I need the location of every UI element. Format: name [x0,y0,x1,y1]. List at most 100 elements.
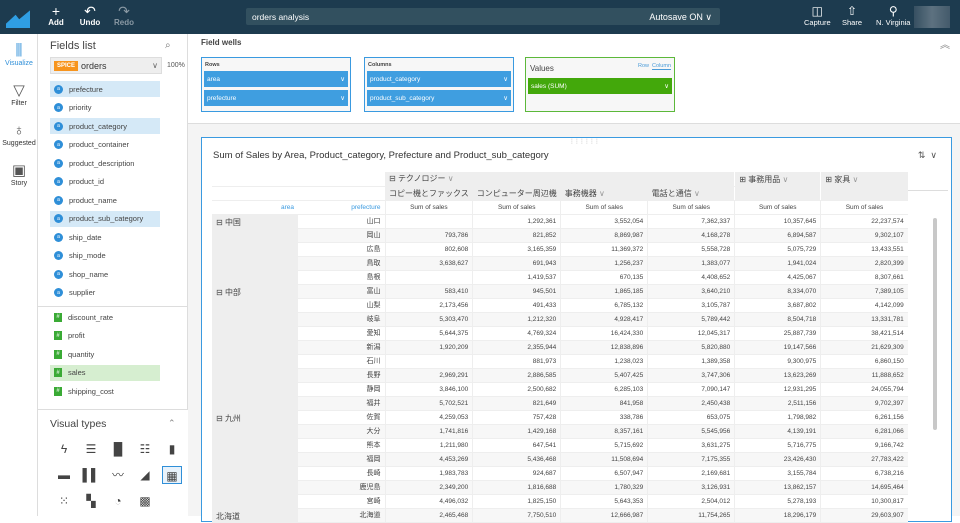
field-item-product_id[interactable]: a product_id [50,174,160,190]
value-cell: 841,958 [560,396,648,411]
collapse-icon[interactable]: ⊟ [389,174,396,183]
table-row: 広島 802,608 3,165,359 11,369,372 5,558,728 5,0… [212,242,908,257]
column-header-subcategory[interactable]: コピー機とファックス [385,186,473,201]
undo-button[interactable]: ↶ Undo [75,4,105,27]
pivot-table-visual[interactable]: ⋮⋮⋮⋮⋮⋮ Sum of Sales by Area, Product_cat… [201,137,952,523]
field-name: product_id [69,177,105,186]
field-pill-sales-sum[interactable]: sales (SUM) ∨ [528,78,672,94]
area-cell[interactable]: ⊟ 九州 [212,410,298,509]
field-name: shipping_cost [68,386,114,396]
field-pill-product-category[interactable]: product_category ∨ [367,71,511,87]
value-cell: 5,303,470 [384,312,473,327]
search-icon[interactable]: ⌕ [165,40,171,51]
field-item-prefecture[interactable]: a prefecture [50,81,160,97]
prefecture-cell: 山梨 [298,298,385,313]
field-item-discount_rate[interactable]: # discount_rate [50,309,160,325]
field-item-product_category[interactable]: a product_category [50,118,160,134]
analysis-title-input[interactable]: orders analysis Autosave ON ∨ [246,8,720,25]
collapse-icon[interactable]: ︽ [940,36,950,51]
field-item-ship_mode[interactable]: a ship_mode [50,248,160,264]
row-field-header-area[interactable]: area [212,200,298,215]
column-toggle[interactable]: Column [652,63,671,70]
value-cell: 5,407,425 [560,368,648,383]
rail-story[interactable]: ▣ Story [0,162,38,187]
quicksight-logo[interactable] [0,0,36,34]
chevron-down-icon[interactable]: ∨ [782,175,788,184]
column-header-subcategory[interactable]: 電話と通信 ∨ [647,186,735,201]
chevron-down-icon[interactable]: ∨ [694,189,700,198]
field-item-product_sub_category[interactable]: a product_sub_category [50,210,160,227]
area-cell[interactable]: ⊟ 中部 [212,284,298,411]
values-well[interactable]: Values Row Column sales (SUM) ∨ [525,57,675,112]
collapse-icon[interactable]: ⌃ [168,418,176,429]
autograph-icon[interactable]: ϟ [54,440,74,458]
field-item-shop_name[interactable]: a shop_name [50,266,160,282]
chevron-down-icon[interactable]: ∨ [852,175,858,184]
swap-icon[interactable]: ⇅ [918,150,926,160]
value-cell: 821,649 [472,396,561,411]
dataset-select[interactable]: SPICE orders ∨ [50,57,162,74]
prefecture-cell: 佐賀 [298,410,385,425]
pivot-table-icon[interactable]: ▦ [162,466,182,484]
columns-well[interactable]: Columns product_category ∨ product_sub_ca… [364,57,514,112]
measure-icon: # [54,312,62,322]
field-item-quantity[interactable]: # quantity [50,346,160,362]
dimension-icon: a [54,103,63,112]
chevron-down-icon[interactable]: ∨ [930,150,937,160]
column-header-subcategory[interactable]: コンピューター周辺機 [472,186,561,201]
column-header-category[interactable]: ⊞ 事務用品 ∨ [734,172,821,201]
field-pill-prefecture[interactable]: prefecture ∨ [204,90,348,106]
field-item-product_description[interactable]: a product_description [50,155,160,171]
field-item-shipping_cost[interactable]: # shipping_cost [50,383,160,399]
drag-handle[interactable]: ⋮⋮⋮⋮⋮⋮ [569,138,600,145]
field-item-product_container[interactable]: a product_container [50,137,160,153]
area-cell[interactable]: ⊟ 中国 [212,214,298,285]
share-button[interactable]: ⇧ Share [842,4,862,27]
scatter-plot-icon[interactable]: ⁙ [54,492,74,510]
collapse-icon[interactable]: ⊟ [216,414,223,423]
field-item-profit[interactable]: # profit [50,328,160,344]
rail-visualize[interactable]: ⫼ Visualize [0,42,38,67]
heat-map-icon[interactable]: ▩ [135,492,155,510]
user-avatar[interactable] [914,6,950,28]
field-item-priority[interactable]: a priority [50,100,160,116]
line-chart-icon[interactable]: 〰 [108,466,128,484]
field-pill-area[interactable]: area ∨ [204,71,348,87]
field-item-product_name[interactable]: a product_name [50,192,160,208]
autosave-dropdown[interactable]: Autosave ON ∨ [649,12,712,23]
add-button[interactable]: + Add [41,4,71,27]
field-item-sales[interactable]: # sales [50,364,160,381]
expand-icon[interactable]: ⊞ [739,175,746,184]
stacked-horizontal-bar-icon[interactable]: ☷ [135,440,155,458]
row-toggle[interactable]: Row [638,63,649,69]
expand-icon[interactable]: ⊞ [825,175,832,184]
chevron-down-icon[interactable]: ∨ [599,189,605,198]
prefecture-cell: 長野 [298,368,385,383]
rail-filter[interactable]: ▽ Filter [0,82,38,107]
row-field-header-prefecture[interactable]: prefecture [298,200,385,215]
area-cell[interactable]: 北海道 [212,508,298,523]
region-button[interactable]: ⚲ N. Virginia [876,4,910,27]
percent-vertical-bar-icon[interactable]: ▌▌ [81,466,101,484]
column-header-category[interactable]: ⊟ テクノロジー ∨ [385,172,735,187]
redo-button[interactable]: ↷ Redo [109,4,139,27]
rail-suggested[interactable]: ♁ Suggested [0,122,38,147]
pie-chart-icon[interactable]: ◔ [108,492,128,510]
horizontal-bar-icon[interactable]: ☰ [81,440,101,458]
column-header-category[interactable]: ⊞ 家具 ∨ [820,172,908,201]
vertical-bar-icon[interactable]: ▐▌ [108,440,128,458]
percent-horizontal-bar-icon[interactable]: ▬ [54,466,74,484]
collapse-icon[interactable]: ⊟ [216,288,223,297]
vertical-scrollbar[interactable] [933,218,937,430]
column-header-subcategory[interactable]: 事務機器 ∨ [560,186,648,201]
capture-button[interactable]: ◫ Capture [804,4,831,27]
chevron-down-icon[interactable]: ∨ [448,174,454,183]
tree-map-icon[interactable]: ▚ [81,492,101,510]
rows-well[interactable]: Rows area ∨ prefecture ∨ [201,57,351,112]
field-pill-product-sub-category[interactable]: product_sub_category ∨ [367,90,511,106]
field-item-ship_date[interactable]: a ship_date [50,229,160,245]
stacked-vertical-bar-icon[interactable]: ▮ [162,440,182,458]
collapse-icon[interactable]: ⊟ [216,218,223,227]
field-item-supplier[interactable]: a supplier [50,285,160,301]
area-chart-icon[interactable]: ◢ [135,466,155,484]
